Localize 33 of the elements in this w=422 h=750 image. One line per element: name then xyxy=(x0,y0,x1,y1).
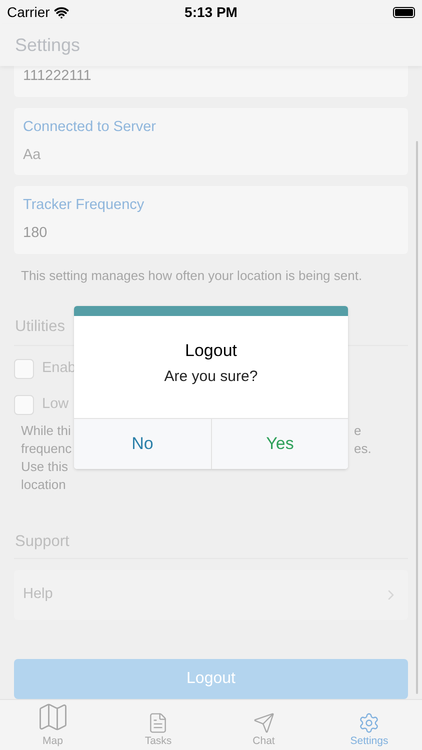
hint-text: This setting manages how often your location is being sent. xyxy=(20,266,364,285)
field-label: Tracker Frequency xyxy=(23,196,146,216)
battery-icon xyxy=(392,6,415,18)
field-label: Connected to Server xyxy=(23,118,157,137)
text-field-card[interactable]: Connected to Server Aa xyxy=(14,108,408,176)
tab[interactable]: Tasks xyxy=(106,700,211,750)
wifi-icon xyxy=(54,4,69,20)
note-text: location xyxy=(21,476,66,494)
confirm-button[interactable]: Yes xyxy=(211,419,348,469)
gear-icon xyxy=(358,712,380,734)
checkbox[interactable] xyxy=(14,359,34,380)
text-field-card[interactable]: Tracker Frequency 180 xyxy=(14,186,408,254)
text-field[interactable]: 180 xyxy=(23,223,399,245)
note-text: e xyxy=(354,422,362,440)
checkbox[interactable] xyxy=(14,394,34,415)
note-text: es. xyxy=(354,440,372,458)
tab[interactable]: Map xyxy=(0,700,106,750)
note-text: While thi xyxy=(21,422,71,440)
status-time: 5:13 PM xyxy=(184,2,238,22)
note-text: frequenc xyxy=(21,440,72,458)
page-title: Settings xyxy=(15,34,80,57)
tab[interactable]: Settings xyxy=(316,700,422,750)
dialog-message: Are you sure? xyxy=(163,366,259,386)
text-field[interactable]: Aa xyxy=(23,144,399,166)
text-field[interactable]: 111222111 xyxy=(23,66,399,88)
note-text: Use this xyxy=(21,458,68,476)
logout-button[interactable]: Logout xyxy=(14,658,408,699)
paper-plane-icon xyxy=(252,712,275,734)
dialog-title: Logout xyxy=(184,340,238,362)
tab[interactable]: Chat xyxy=(211,700,316,750)
text-field-card[interactable]: 111222111 xyxy=(14,66,408,97)
cancel-button[interactable]: No xyxy=(74,419,211,469)
carrier-label: Carrier xyxy=(7,2,50,22)
